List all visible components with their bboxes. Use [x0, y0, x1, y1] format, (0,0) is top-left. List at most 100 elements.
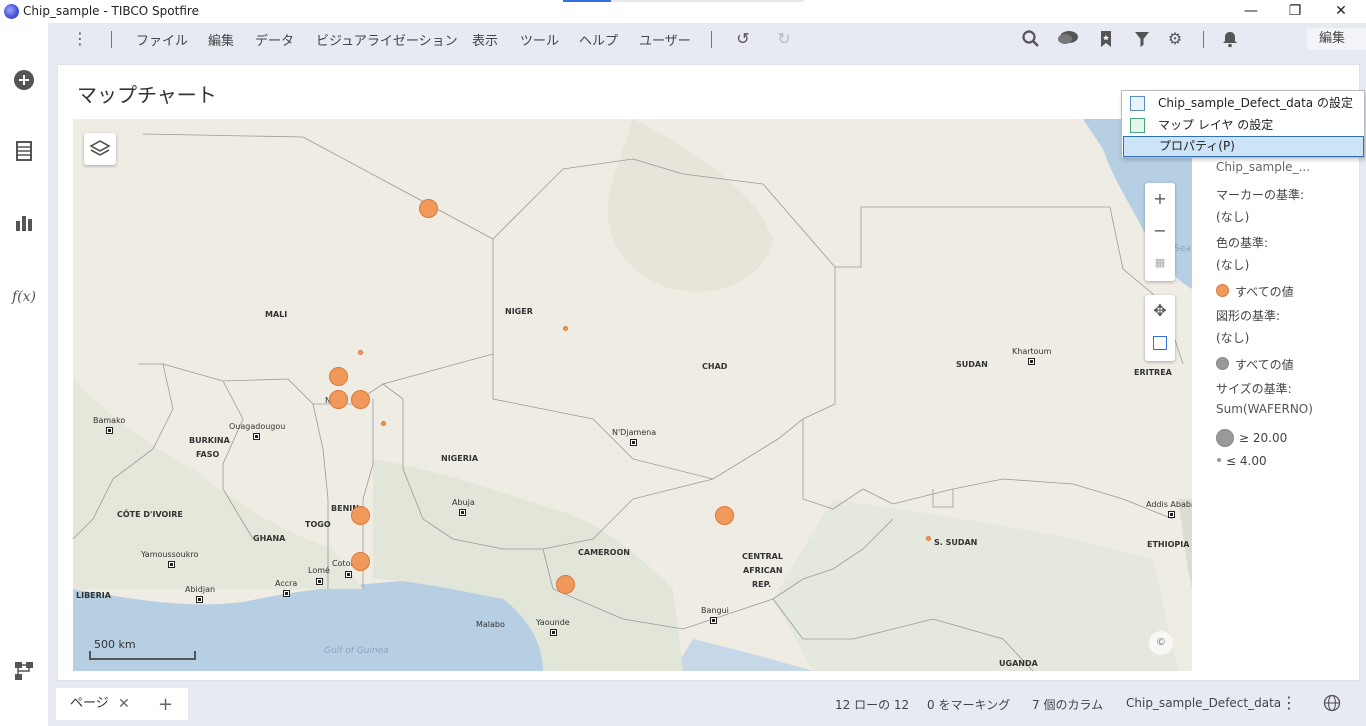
- menu-help[interactable]: ヘルプ: [579, 30, 618, 49]
- data-marker[interactable]: [329, 367, 348, 386]
- city-label: Lomé: [308, 566, 330, 575]
- menu-edit[interactable]: 編集: [208, 30, 234, 49]
- menu-user[interactable]: ユーザー: [639, 30, 691, 49]
- notification-bell-icon[interactable]: [1220, 29, 1240, 49]
- menu-file[interactable]: ファイル: [136, 30, 188, 49]
- redo-icon[interactable]: ↻: [774, 29, 794, 49]
- minimize-button[interactable]: —: [1228, 0, 1274, 22]
- data-marker[interactable]: [329, 390, 348, 409]
- water-label: Sea: [1174, 244, 1191, 254]
- city-marker: [283, 590, 290, 597]
- city-label: Malabo: [476, 620, 505, 629]
- legend-layer-name[interactable]: Chip_sample_...: [1216, 160, 1310, 174]
- city-marker: [168, 561, 175, 568]
- country-label: LIBERIA: [76, 591, 111, 600]
- filter-icon[interactable]: [1132, 29, 1152, 49]
- city-label: N'Djamena: [612, 428, 657, 437]
- map-layer-icon: [1130, 118, 1145, 133]
- close-tab-icon[interactable]: ✕: [118, 688, 130, 720]
- data-table-icon[interactable]: [12, 139, 36, 163]
- context-menu-data-settings[interactable]: Chip_sample_Defect_data の設定: [1123, 93, 1364, 114]
- legend-size-by-label: サイズの基準:: [1216, 382, 1292, 396]
- attribution-icon[interactable]: ©: [1149, 631, 1173, 655]
- more-vertical-icon[interactable]: ⋮: [70, 29, 90, 49]
- city-label: Addis Ababa: [1146, 500, 1192, 509]
- window-title: Chip_sample - TIBCO Spotfire: [23, 4, 199, 18]
- country-label: GHANA: [253, 534, 286, 543]
- data-marker[interactable]: [715, 506, 734, 525]
- data-marker[interactable]: [351, 552, 370, 571]
- map-settings-icon: [1130, 96, 1145, 111]
- maximize-button[interactable]: ❐: [1272, 0, 1318, 22]
- country-label: UGANDA: [999, 659, 1038, 668]
- city-label: Khartoum: [1012, 347, 1052, 356]
- search-icon[interactable]: [1021, 29, 1041, 49]
- zoom-reset-button[interactable]: ▦: [1145, 247, 1175, 279]
- map-chart[interactable]: MALI NIGER CHAD SUDAN ERITREA BURKINA FA…: [73, 119, 1192, 671]
- menu-divider: [111, 31, 112, 48]
- data-marker[interactable]: [351, 506, 370, 525]
- legend-shape-by-label: 図形の基準:: [1216, 309, 1281, 323]
- city-label: Yaounde: [536, 618, 570, 627]
- title-accent: [563, 0, 611, 2]
- legend-shape-by-value[interactable]: (なし): [1216, 329, 1249, 346]
- legend-size-min: ≤ 4.00: [1226, 454, 1267, 468]
- zoom-in-button[interactable]: +: [1145, 183, 1175, 215]
- zoom-out-button[interactable]: −: [1145, 215, 1175, 247]
- status-bar: ページ ✕ + 12 ローの 12 0 をマーキング 7 個のカラム Chip_…: [48, 688, 1366, 726]
- legend-size-by-value[interactable]: Sum(WAFERNO): [1216, 402, 1313, 416]
- globe-icon[interactable]: [1323, 694, 1341, 715]
- menu-bar: ⋮ ファイル 編集 データ ビジュアライゼーション 表示 ツール ヘルプ ユーザ…: [48, 23, 1366, 55]
- menu-visualization[interactable]: ビジュアライゼーション: [316, 30, 458, 49]
- close-button[interactable]: ✕: [1318, 0, 1364, 22]
- data-marker[interactable]: [351, 390, 370, 409]
- city-label: Abuja: [452, 498, 475, 507]
- legend-shape-item: すべての値: [1235, 358, 1294, 372]
- data-marker[interactable]: [381, 421, 386, 426]
- data-marker[interactable]: [926, 536, 931, 541]
- bookmark-icon[interactable]: [1096, 29, 1116, 49]
- menu-divider: [711, 31, 712, 48]
- data-marker[interactable]: [563, 326, 568, 331]
- menu-data[interactable]: データ: [255, 30, 294, 49]
- status-more-icon[interactable]: ⋮: [1281, 693, 1297, 712]
- mode-select[interactable]: 編集 ⌄: [1307, 28, 1366, 50]
- context-menu-layer-settings[interactable]: マップ レイヤ の設定: [1123, 115, 1364, 136]
- city-marker: [1028, 358, 1035, 365]
- data-marker[interactable]: [358, 350, 363, 355]
- menu-tools[interactable]: ツール: [520, 30, 559, 49]
- legend-color-by-label: 色の基準:: [1216, 236, 1269, 250]
- legend-marker-by-value[interactable]: (なし): [1216, 208, 1249, 225]
- function-icon[interactable]: f(x): [12, 285, 36, 309]
- page-tab-label: ページ: [70, 696, 109, 711]
- legend-color-swatch: [1216, 284, 1229, 297]
- legend-color-item: すべての値: [1235, 285, 1294, 299]
- legend-size-large-swatch: [1216, 429, 1234, 447]
- context-menu-properties[interactable]: プロパティ(P): [1123, 136, 1364, 157]
- legend-color-by-value[interactable]: (なし): [1216, 256, 1249, 273]
- comments-icon[interactable]: [1056, 29, 1080, 49]
- context-menu-label: プロパティ(P): [1159, 139, 1235, 153]
- add-icon[interactable]: [12, 68, 36, 92]
- menu-view[interactable]: 表示: [472, 30, 498, 49]
- data-flow-icon[interactable]: [12, 659, 36, 683]
- status-marked: 0 をマーキング: [927, 698, 1011, 712]
- add-page-button[interactable]: +: [158, 694, 173, 715]
- legend-size-max: ≥ 20.00: [1239, 431, 1288, 445]
- pan-tool-icon[interactable]: ✥: [1145, 295, 1175, 327]
- rectangle-select-icon[interactable]: [1145, 327, 1175, 359]
- visualization-icon[interactable]: [12, 211, 36, 235]
- status-rows: 12 ローの 12: [835, 698, 910, 712]
- data-marker[interactable]: [556, 575, 575, 594]
- country-label: CENTRAL: [742, 552, 783, 561]
- window-titlebar: Chip_sample - TIBCO Spotfire — ❐ ✕: [0, 0, 1366, 23]
- gear-icon[interactable]: ⚙: [1165, 29, 1185, 49]
- data-marker[interactable]: [419, 199, 438, 218]
- status-data-table[interactable]: Chip_sample_Defect_data: [1126, 696, 1281, 710]
- country-label: ETHIOPIA: [1147, 540, 1190, 549]
- undo-icon[interactable]: ↺: [733, 29, 753, 49]
- layers-button[interactable]: [84, 133, 116, 165]
- spotfire-logo-icon: [4, 4, 19, 19]
- country-label: CÔTE D'IVOIRE: [117, 510, 183, 519]
- legend-marker-by-label: マーカーの基準:: [1216, 188, 1305, 202]
